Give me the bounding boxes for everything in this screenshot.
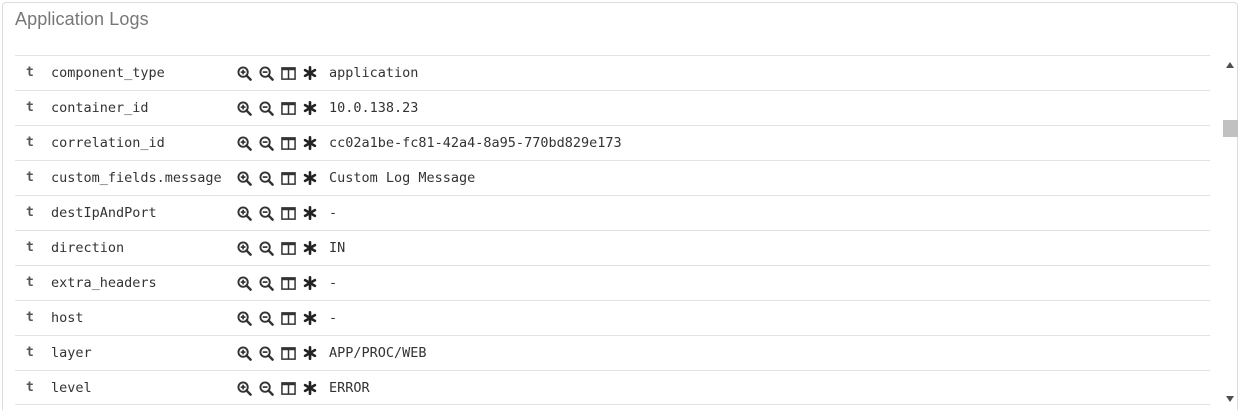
columns-icon[interactable] <box>280 275 296 291</box>
field-actions <box>236 345 324 361</box>
field-actions <box>236 100 324 116</box>
field-value: - <box>329 310 338 326</box>
field-name: correlation_id <box>51 135 165 151</box>
field-actions <box>236 135 324 151</box>
field-actions <box>236 310 324 326</box>
field-type-indicator: t <box>26 345 34 360</box>
zoom-in-icon[interactable] <box>236 65 252 81</box>
zoom-in-icon[interactable] <box>236 205 252 221</box>
columns-icon[interactable] <box>280 345 296 361</box>
field-value: Custom Log Message <box>329 170 476 186</box>
log-field-row: t layer APP/PROC/WEB <box>15 335 1210 370</box>
field-name: extra_headers <box>51 275 157 291</box>
field-value: IN <box>329 240 346 256</box>
field-actions <box>236 275 324 291</box>
zoom-out-icon[interactable] <box>258 65 274 81</box>
field-type-indicator: t <box>26 380 34 395</box>
zoom-in-icon[interactable] <box>236 135 252 151</box>
columns-icon[interactable] <box>280 380 296 396</box>
log-field-row: t level ERROR <box>15 370 1210 405</box>
vertical-scrollbar[interactable] <box>1222 55 1238 410</box>
field-type-indicator: t <box>26 275 34 290</box>
zoom-in-icon[interactable] <box>236 345 252 361</box>
log-field-row: t component_type application <box>15 55 1210 90</box>
field-actions <box>236 205 324 221</box>
field-name: level <box>51 380 92 396</box>
asterisk-icon[interactable] <box>302 100 318 116</box>
asterisk-icon[interactable] <box>302 275 318 291</box>
field-type-indicator: t <box>26 135 34 150</box>
zoom-in-icon[interactable] <box>236 100 252 116</box>
zoom-in-icon[interactable] <box>236 275 252 291</box>
field-type-indicator: t <box>26 310 34 325</box>
field-name: destIpAndPort <box>51 205 157 221</box>
zoom-out-icon[interactable] <box>258 135 274 151</box>
field-value: cc02a1be-fc81-42a4-8a95-770bd829e173 <box>329 135 622 151</box>
asterisk-icon[interactable] <box>302 205 318 221</box>
field-name: layer <box>51 345 92 361</box>
field-name: host <box>51 310 84 326</box>
field-actions <box>236 240 324 256</box>
field-type-indicator: t <box>26 240 34 255</box>
field-value: 10.0.138.23 <box>329 100 419 116</box>
columns-icon[interactable] <box>280 240 296 256</box>
field-name: component_type <box>51 65 165 81</box>
field-value: application <box>329 65 419 81</box>
zoom-in-icon[interactable] <box>236 170 252 186</box>
asterisk-icon[interactable] <box>302 380 318 396</box>
zoom-out-icon[interactable] <box>258 205 274 221</box>
columns-icon[interactable] <box>280 100 296 116</box>
columns-icon[interactable] <box>280 310 296 326</box>
zoom-out-icon[interactable] <box>258 100 274 116</box>
log-fields-scroll-area[interactable]: t component_type application t container… <box>15 55 1238 410</box>
columns-icon[interactable] <box>280 205 296 221</box>
asterisk-icon[interactable] <box>302 65 318 81</box>
asterisk-icon[interactable] <box>302 170 318 186</box>
zoom-out-icon[interactable] <box>258 345 274 361</box>
log-field-row: t correlation_id cc02a1be-fc81-42a4-8a95… <box>15 125 1210 160</box>
scrollbar-thumb[interactable] <box>1223 120 1238 137</box>
log-field-row: t host - <box>15 300 1210 335</box>
asterisk-icon[interactable] <box>302 240 318 256</box>
asterisk-icon[interactable] <box>302 345 318 361</box>
columns-icon[interactable] <box>280 65 296 81</box>
field-type-indicator: t <box>26 205 34 220</box>
field-value: ERROR <box>329 380 370 396</box>
field-value: - <box>329 275 338 291</box>
scroll-down-arrow-icon[interactable] <box>1222 391 1238 407</box>
log-field-row: t direction IN <box>15 230 1210 265</box>
log-fields-table: t component_type application t container… <box>15 55 1210 405</box>
log-field-row: t destIpAndPort - <box>15 195 1210 230</box>
field-name: custom_fields.message <box>51 170 222 186</box>
field-actions <box>236 380 324 396</box>
zoom-in-icon[interactable] <box>236 380 252 396</box>
field-type-indicator: t <box>26 170 34 185</box>
field-type-indicator: t <box>26 65 34 80</box>
field-name: direction <box>51 240 125 256</box>
log-field-row: t container_id 10.0.138.23 <box>15 90 1210 125</box>
field-value: APP/PROC/WEB <box>329 345 427 361</box>
zoom-out-icon[interactable] <box>258 170 274 186</box>
zoom-in-icon[interactable] <box>236 240 252 256</box>
field-value: - <box>329 205 338 221</box>
log-field-row: t extra_headers - <box>15 265 1210 300</box>
zoom-in-icon[interactable] <box>236 310 252 326</box>
field-actions <box>236 65 324 81</box>
panel-title: Application Logs <box>15 9 149 29</box>
log-field-row: t custom_fields.message Custom Log Messa… <box>15 160 1210 195</box>
field-actions <box>236 170 324 186</box>
zoom-out-icon[interactable] <box>258 380 274 396</box>
field-name: container_id <box>51 100 149 116</box>
application-logs-panel: Application Logs t component_type applic… <box>2 2 1238 410</box>
asterisk-icon[interactable] <box>302 135 318 151</box>
scroll-up-arrow-icon[interactable] <box>1222 57 1238 73</box>
columns-icon[interactable] <box>280 135 296 151</box>
field-type-indicator: t <box>26 100 34 115</box>
asterisk-icon[interactable] <box>302 310 318 326</box>
columns-icon[interactable] <box>280 170 296 186</box>
zoom-out-icon[interactable] <box>258 240 274 256</box>
zoom-out-icon[interactable] <box>258 275 274 291</box>
zoom-out-icon[interactable] <box>258 310 274 326</box>
